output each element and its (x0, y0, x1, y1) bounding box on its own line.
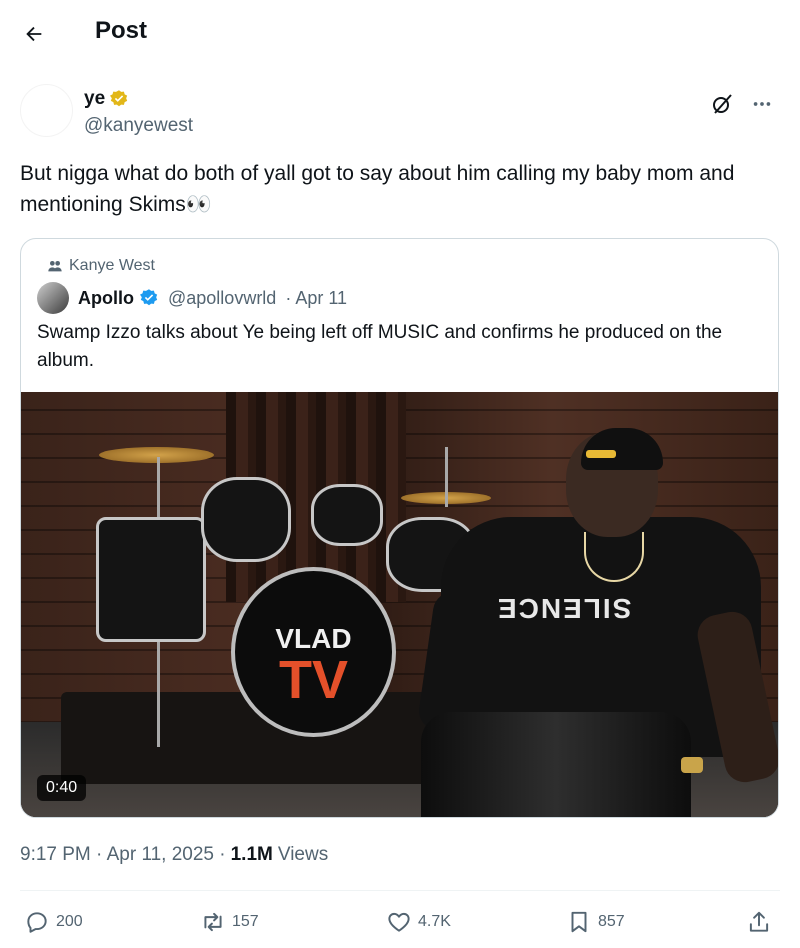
reply-button[interactable]: 200 (24, 904, 83, 940)
quoted-post[interactable]: Kanye West Apollo @apollovwrld · Apr 11 … (20, 238, 779, 818)
floor-tom (96, 517, 206, 642)
post-timestamp[interactable]: 9:17 PM · Apr 11, 2025 · (20, 844, 226, 866)
person-pants (421, 712, 691, 817)
avatar[interactable] (37, 282, 69, 314)
bass-drum: VLAD TV (231, 567, 396, 737)
page-title: Post (95, 17, 148, 44)
more-button[interactable] (748, 90, 776, 118)
author-name: ye (84, 88, 106, 109)
post-text: But nigga what do both of yall got to sa… (20, 162, 735, 216)
video-logo-bottom: TV (278, 650, 348, 710)
video-player[interactable]: VLAD TV SILENCE 0:40 (21, 392, 778, 817)
grok-button[interactable] (708, 90, 736, 118)
arrow-left-icon (26, 26, 42, 42)
author-handle[interactable]: @kanyewest (84, 115, 193, 137)
views-label: Views (277, 844, 329, 865)
bookmark-button[interactable]: 857 (566, 904, 625, 940)
views-count: 1.1M (230, 844, 273, 865)
quote-date: · Apr 11 (285, 287, 348, 308)
heart-icon (388, 912, 410, 932)
top-header: Post (0, 0, 800, 66)
divider (20, 890, 780, 891)
quote-author-handle: @apollovwrld (168, 287, 277, 308)
person-watch (681, 757, 703, 773)
bookmark-icon (571, 911, 587, 933)
bookmark-count: 857 (598, 913, 625, 930)
author-name-row[interactable]: ye (84, 88, 129, 110)
share-icon (749, 911, 769, 932)
action-bar: 200 157 4.7K 857 (20, 904, 780, 940)
back-button[interactable] (16, 16, 52, 52)
reply-icon (27, 912, 47, 933)
like-count: 4.7K (418, 913, 451, 930)
tom-two (311, 484, 383, 546)
more-icon (753, 102, 771, 106)
community-context[interactable]: Kanye West (47, 257, 155, 275)
quote-author-name: Apollo (78, 287, 134, 308)
video-duration: 0:40 (37, 775, 87, 801)
cap-brim (586, 450, 616, 458)
avatar[interactable] (20, 84, 73, 137)
quote-text: Swamp Izzo talks about Ye being left off… (37, 322, 723, 371)
shirt-text: SILENCE (496, 593, 632, 624)
share-button[interactable] (746, 904, 772, 940)
reply-count: 200 (56, 913, 83, 930)
post-meta: 9:17 PM · Apr 11, 2025 · 1.1M Views (20, 844, 328, 866)
repost-count: 157 (232, 913, 259, 930)
post-author: ye @kanyewest (20, 84, 780, 144)
verified-blue-icon (140, 289, 158, 306)
repost-button[interactable]: 157 (200, 904, 259, 940)
community-icon (48, 261, 62, 272)
like-button[interactable]: 4.7K (386, 904, 451, 940)
repost-icon (204, 912, 222, 932)
verified-gold-icon (110, 90, 128, 107)
quote-author-row[interactable]: Apollo @apollovwrld · Apr 11 (37, 282, 347, 314)
community-name: Kanye West (69, 257, 155, 274)
cymbal-stand-right (445, 447, 448, 507)
tom-one (201, 477, 291, 562)
grok-icon (713, 94, 732, 114)
